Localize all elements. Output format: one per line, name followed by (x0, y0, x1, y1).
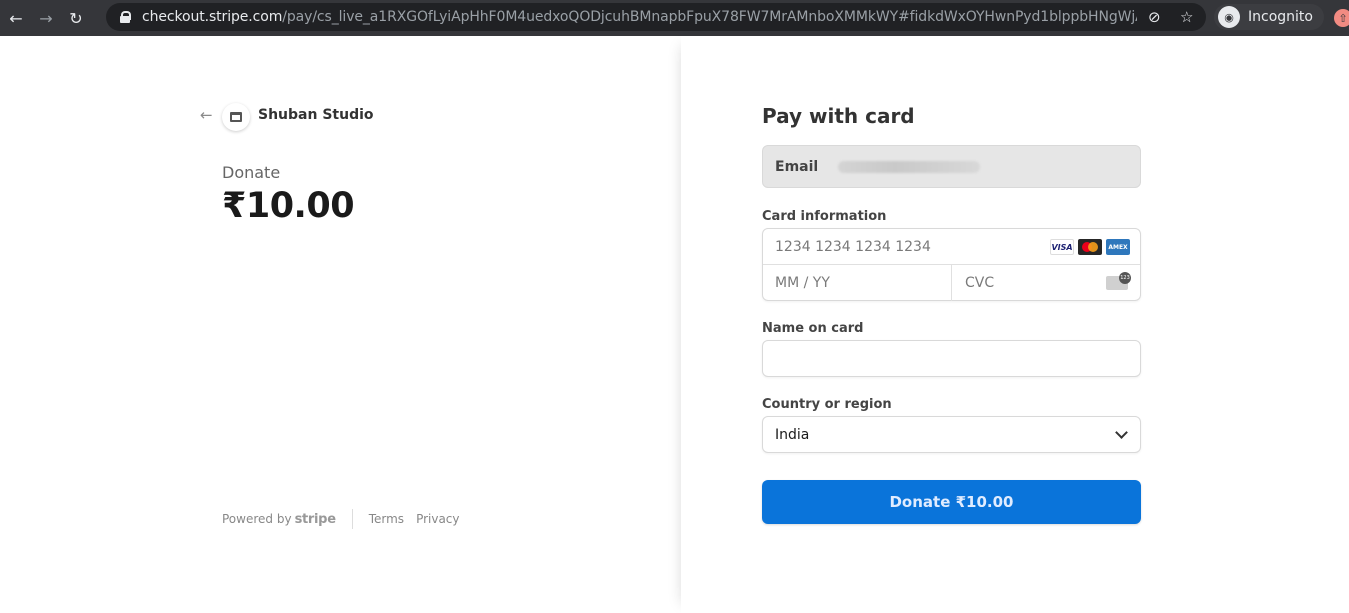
star-icon[interactable]: ☆ (1180, 8, 1193, 26)
url-host: checkout.stripe.com (142, 9, 283, 25)
card-number-input[interactable]: 1234 1234 1234 1234 VISA AMEX (763, 229, 1140, 265)
url-path: /pay/cs_live_a1RXGOfLyiApHhF0M4uedxoQODj… (282, 9, 1137, 25)
country-select[interactable]: India (762, 416, 1141, 453)
card-information-group: 1234 1234 1234 1234 VISA AMEX MM / YY CV… (762, 228, 1141, 301)
total-price: ₹10.00 (222, 186, 355, 226)
forward-arrow-icon[interactable]: → (32, 4, 60, 32)
cvc-divider (951, 265, 952, 301)
browser-toolbar: ← → ↻ checkout.stripe.com/pay/cs_live_a1… (0, 0, 1349, 36)
name-on-card-input[interactable] (762, 340, 1141, 377)
merchant-logo[interactable] (222, 103, 250, 131)
name-on-card-label: Name on card (762, 321, 864, 336)
email-field[interactable]: Email (762, 145, 1141, 188)
country-label: Country or region (762, 397, 892, 412)
lock-icon[interactable] (120, 11, 131, 23)
merchant-name[interactable]: Shuban Studio (258, 107, 374, 123)
donate-button[interactable]: Donate ₹10.00 (762, 480, 1141, 524)
card-info-label: Card information (762, 209, 887, 224)
address-bar[interactable]: checkout.stripe.com/pay/cs_live_a1RXGOfL… (106, 3, 1206, 31)
cvc-card-icon (1106, 272, 1131, 290)
card-brands: VISA AMEX (1046, 239, 1130, 255)
cvc-input[interactable]: CVC (965, 275, 994, 291)
back-arrow-icon[interactable]: ← (2, 4, 30, 32)
url-text[interactable]: checkout.stripe.com/pay/cs_live_a1RXGOfL… (142, 9, 1137, 25)
powered-by-label: Powered by (222, 512, 292, 526)
country-value: India (775, 427, 810, 443)
stripe-logo[interactable]: stripe (295, 512, 336, 527)
terms-link[interactable]: Terms (369, 512, 404, 526)
expiry-input[interactable]: MM / YY (775, 275, 830, 291)
chevron-down-icon (1114, 426, 1128, 440)
update-icon[interactable]: ⇧ (1334, 9, 1349, 27)
incognito-label: Incognito (1248, 9, 1313, 25)
email-label: Email (775, 158, 819, 175)
mastercard-icon (1078, 239, 1102, 255)
eye-off-icon[interactable]: ⊘ (1148, 8, 1161, 26)
order-summary-panel: ← Shuban Studio Donate ₹10.00 Powered by… (0, 36, 681, 613)
footer: Powered by stripe Terms Privacy (222, 509, 472, 529)
product-name: Donate (222, 163, 281, 182)
back-arrow-icon[interactable]: ← (200, 106, 213, 124)
store-icon (230, 112, 242, 122)
reload-icon[interactable]: ↻ (62, 4, 90, 32)
email-value-redacted (838, 160, 981, 173)
amex-icon: AMEX (1106, 239, 1130, 255)
card-number-placeholder: 1234 1234 1234 1234 (775, 239, 931, 255)
card-expiry-cvc-row: MM / YY CVC (763, 265, 1140, 301)
form-title: Pay with card (762, 104, 915, 128)
payment-form-panel: Pay with card Email Card information 123… (681, 36, 1349, 613)
incognito-profile-button[interactable]: ◉ Incognito (1214, 4, 1324, 30)
footer-divider (351, 509, 353, 529)
visa-icon: VISA (1050, 239, 1074, 255)
incognito-icon: ◉ (1218, 6, 1240, 28)
privacy-link[interactable]: Privacy (416, 512, 459, 526)
